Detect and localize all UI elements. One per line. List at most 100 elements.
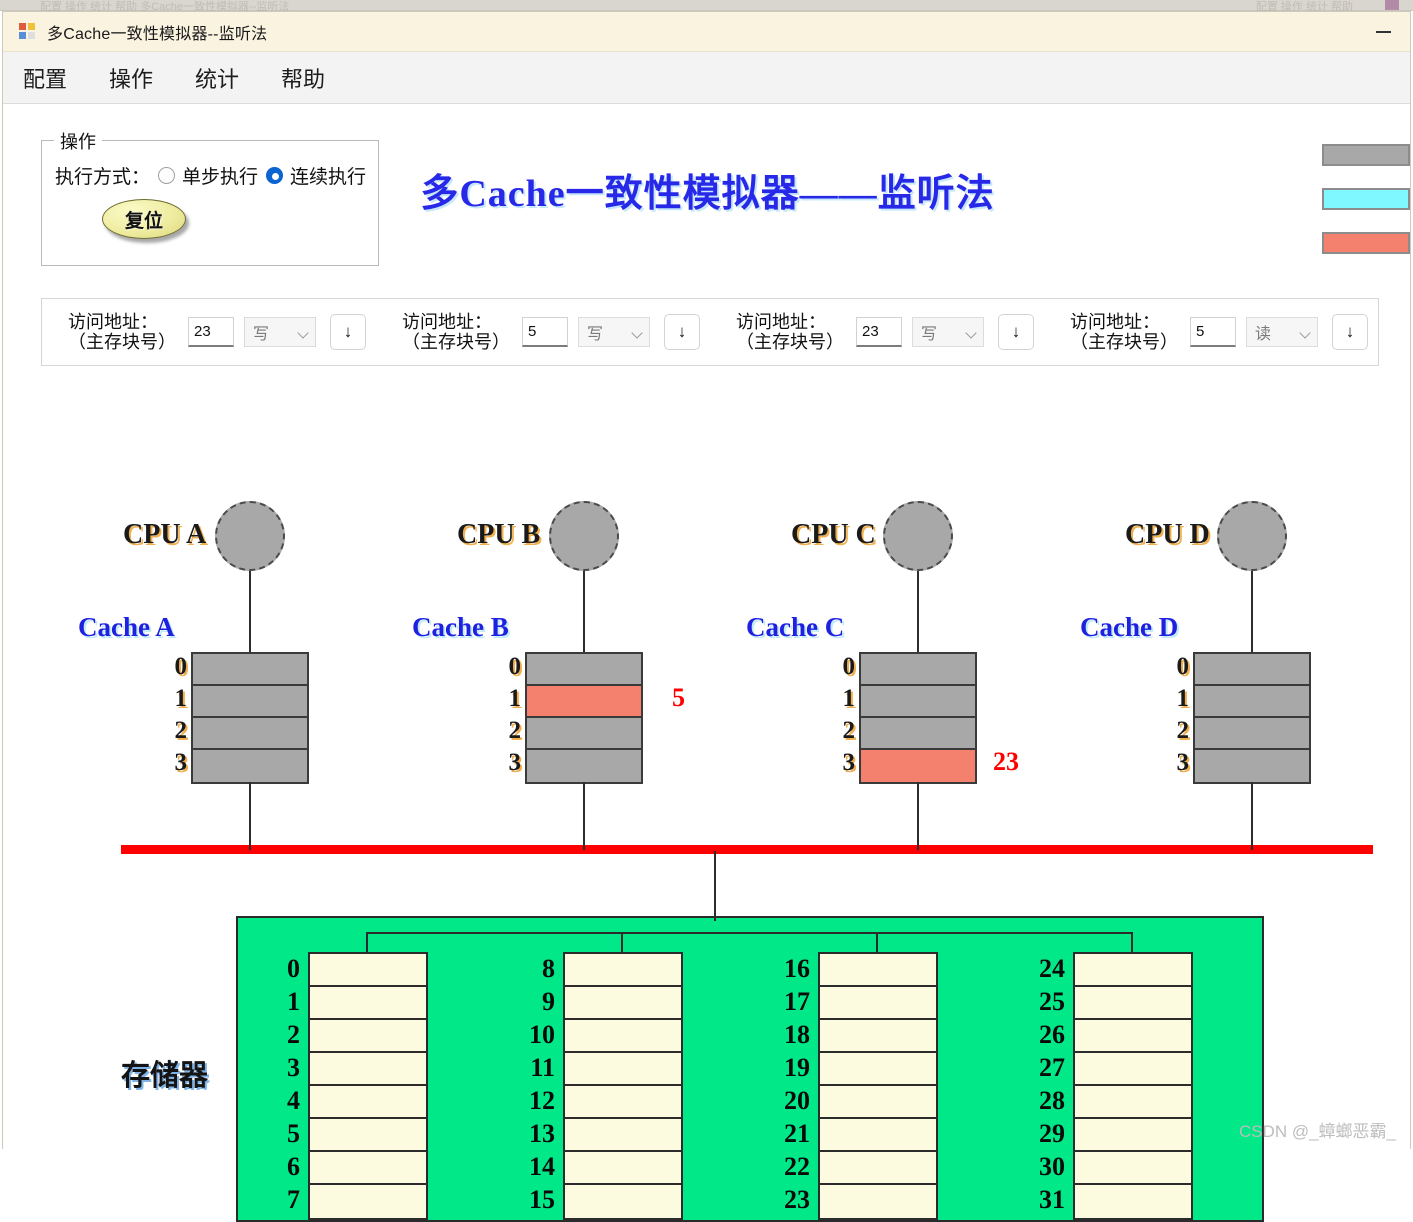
address-label-3: 访问地址： （主存块号） (1070, 311, 1178, 352)
address-input-3[interactable]: 5 (1190, 317, 1236, 347)
memory-block-index: 24 (1039, 954, 1065, 983)
cache-line[interactable]: 0 (175, 653, 307, 686)
memory-cell[interactable] (1075, 1119, 1191, 1152)
memory-cell[interactable] (310, 954, 426, 987)
memory-cell[interactable] (565, 1185, 681, 1218)
memory-cell[interactable] (1075, 954, 1191, 987)
operation-select-2[interactable]: 写 (912, 317, 984, 347)
memory-cell[interactable] (565, 1020, 681, 1053)
submit-access-button-0[interactable]: ↓ (330, 314, 366, 350)
address-input-2[interactable]: 23 (856, 317, 902, 347)
memory-cell[interactable] (565, 1119, 681, 1152)
memory-cell[interactable] (1075, 1185, 1191, 1218)
menu-statistics[interactable]: 统计 (193, 59, 241, 97)
memory-cell[interactable] (1075, 1020, 1191, 1053)
memory-cell[interactable] (820, 1020, 936, 1053)
memory-cell[interactable] (565, 1152, 681, 1185)
memory-cell[interactable] (310, 1053, 426, 1086)
memory-cell[interactable] (820, 1086, 936, 1119)
memory-cell[interactable] (820, 1119, 936, 1152)
operation-select-value-1: 写 (587, 326, 604, 343)
chevron-down-icon (297, 327, 309, 339)
cache-line-index: 0 (842, 653, 856, 680)
menu-config[interactable]: 配置 (21, 59, 69, 97)
cache-line[interactable]: 15 (509, 683, 685, 718)
background-window-icon (1385, 0, 1399, 10)
memory-block-column-2 (818, 952, 938, 1220)
memory-block-index: 15 (529, 1185, 555, 1214)
arrow-down-icon: ↓ (1011, 322, 1021, 341)
cache-line[interactable]: 2 (843, 717, 975, 750)
memory-cell[interactable] (310, 1152, 426, 1185)
execution-mode-label: 执行方式： (55, 167, 151, 188)
operation-group-box: 操作 执行方式： 单步执行 连续执行 复位 (41, 128, 379, 266)
memory-cell[interactable] (820, 1152, 936, 1185)
cache-line-index: 2 (174, 717, 188, 744)
cpu-cache-wire-2 (917, 571, 919, 652)
reset-button[interactable]: 复位 (102, 199, 186, 239)
minimize-button[interactable] (1356, 12, 1410, 52)
cache-line[interactable]: 0 (509, 653, 641, 686)
memory-block-index: 21 (784, 1119, 810, 1148)
cache-line[interactable]: 1 (1177, 685, 1309, 718)
memory-cell[interactable] (1075, 987, 1191, 1020)
memory-cell[interactable] (1075, 1152, 1191, 1185)
memory-cell[interactable] (310, 1086, 426, 1119)
menu-help[interactable]: 帮助 (279, 59, 327, 97)
cache-line-index: 3 (174, 749, 188, 776)
radio-single-step-label[interactable]: 单步执行 (182, 162, 258, 189)
menu-operation[interactable]: 操作 (107, 59, 155, 97)
arrow-down-icon: ↓ (677, 322, 687, 341)
memory-cell[interactable] (310, 1119, 426, 1152)
memory-cell[interactable] (310, 987, 426, 1020)
radio-continuous[interactable] (266, 167, 284, 184)
cache-line[interactable]: 0 (843, 653, 975, 686)
memory-cell[interactable] (1075, 1086, 1191, 1119)
memory-cell[interactable] (820, 1185, 936, 1218)
operation-select-3[interactable]: 读 (1246, 317, 1318, 347)
memory-cell[interactable] (1075, 1053, 1191, 1086)
memory-cell[interactable] (310, 1020, 426, 1053)
submit-access-button-3[interactable]: ↓ (1332, 314, 1368, 350)
operation-select-0[interactable]: 写 (244, 317, 316, 347)
cache-line-index: 0 (1176, 653, 1190, 680)
memory-cell[interactable] (565, 987, 681, 1020)
radio-single-step[interactable] (158, 167, 176, 184)
submit-access-button-2[interactable]: ↓ (998, 314, 1034, 350)
simulator-canvas: 操作 执行方式： 单步执行 连续执行 复位 多Cache一致性模拟器——监听法 … (3, 104, 1410, 1222)
memory-cell[interactable] (820, 1053, 936, 1086)
cache-line[interactable]: 3 (509, 749, 641, 782)
memory-cell[interactable] (820, 954, 936, 987)
cache-line[interactable]: 0 (1177, 653, 1309, 686)
cache-line[interactable]: 2 (175, 717, 307, 750)
radio-continuous-label[interactable]: 连续执行 (290, 162, 366, 189)
address-input-1[interactable]: 5 (522, 317, 568, 347)
cache-label-3: Cache D (1080, 612, 1179, 642)
operation-select-1[interactable]: 写 (578, 317, 650, 347)
memory-block-index: 0 (287, 954, 300, 983)
memory-cell[interactable] (820, 987, 936, 1020)
cpu-node-1 (549, 501, 619, 571)
cache-line-index: 3 (508, 749, 522, 776)
cache-line[interactable]: 1 (843, 685, 975, 718)
cache-line[interactable]: 2 (1177, 717, 1309, 750)
cache-line[interactable]: 3 23 (843, 747, 1019, 782)
cache-line[interactable]: 3 (175, 749, 307, 782)
memory-block-index: 4 (287, 1086, 300, 1115)
cache-line-index: 0 (174, 653, 188, 680)
memory-cell[interactable] (565, 1086, 681, 1119)
cache-line[interactable]: 1 (175, 685, 307, 718)
memory-block-index: 12 (529, 1086, 555, 1115)
address-input-0[interactable]: 23 (188, 317, 234, 347)
submit-access-button-1[interactable]: ↓ (664, 314, 700, 350)
cpu-label-1: CPU B (457, 519, 541, 550)
memory-cell[interactable] (565, 954, 681, 987)
memory-cell[interactable] (310, 1185, 426, 1218)
cache-label-2: Cache C (746, 612, 845, 642)
cache-line-index: 3 (842, 749, 856, 776)
memory-tree-stub-2 (876, 932, 878, 952)
cache-line[interactable]: 3 (1177, 749, 1309, 782)
cache-bus-wire-0 (249, 782, 251, 850)
memory-cell[interactable] (565, 1053, 681, 1086)
cache-line[interactable]: 2 (509, 717, 641, 750)
